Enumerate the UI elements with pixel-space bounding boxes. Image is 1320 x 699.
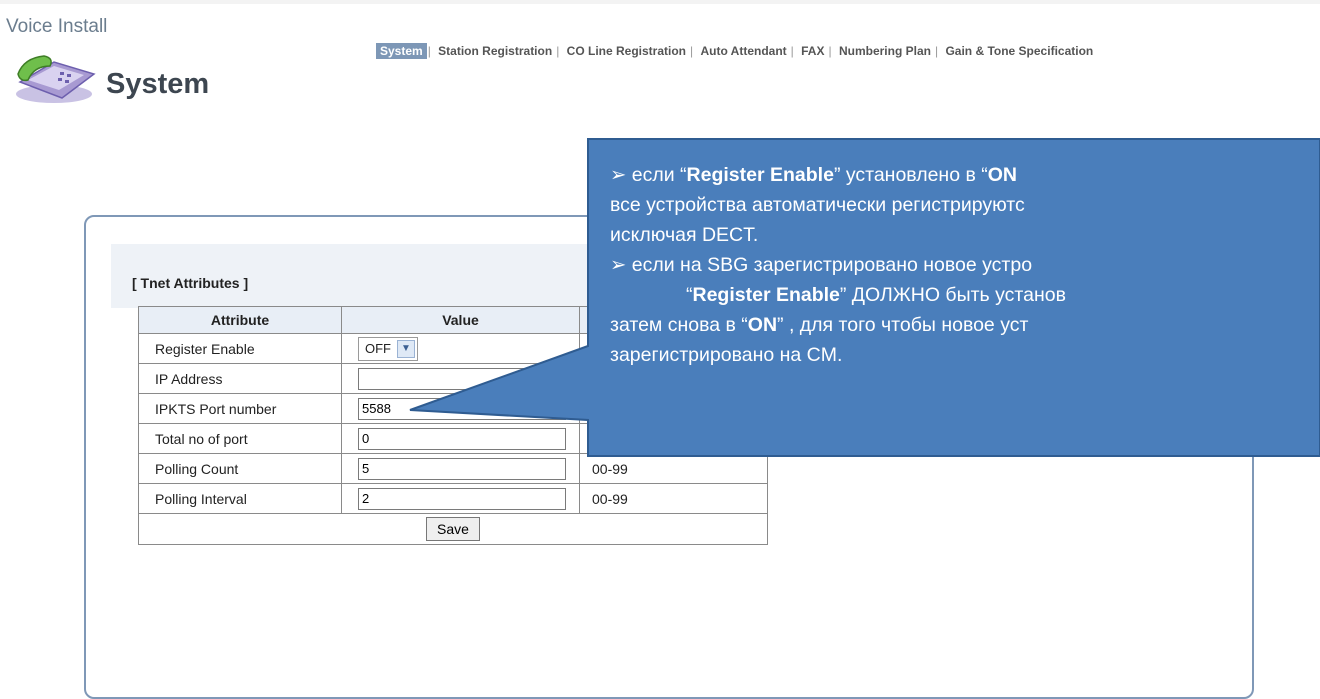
callout-line-7: зарегистрировано на CM. — [610, 344, 843, 366]
callout-note: ➢ если “Register Enable” установлено в “… — [610, 160, 1320, 370]
callout-line-1: ➢ если “Register Enable” установлено в “… — [610, 164, 1017, 186]
callout-line-4: ➢ если на SBG зарегистрировано новое уст… — [610, 254, 1033, 276]
callout-line-3: исключая DECT. — [610, 224, 759, 246]
callout-line-5: “Register Enable” ДОЛЖНО быть установ — [686, 284, 1066, 306]
callout-line-2: все устройства автоматически регистрирую… — [610, 194, 1025, 216]
callout-line-6: затем снова в “ON” , для того чтобы ново… — [610, 314, 1029, 336]
